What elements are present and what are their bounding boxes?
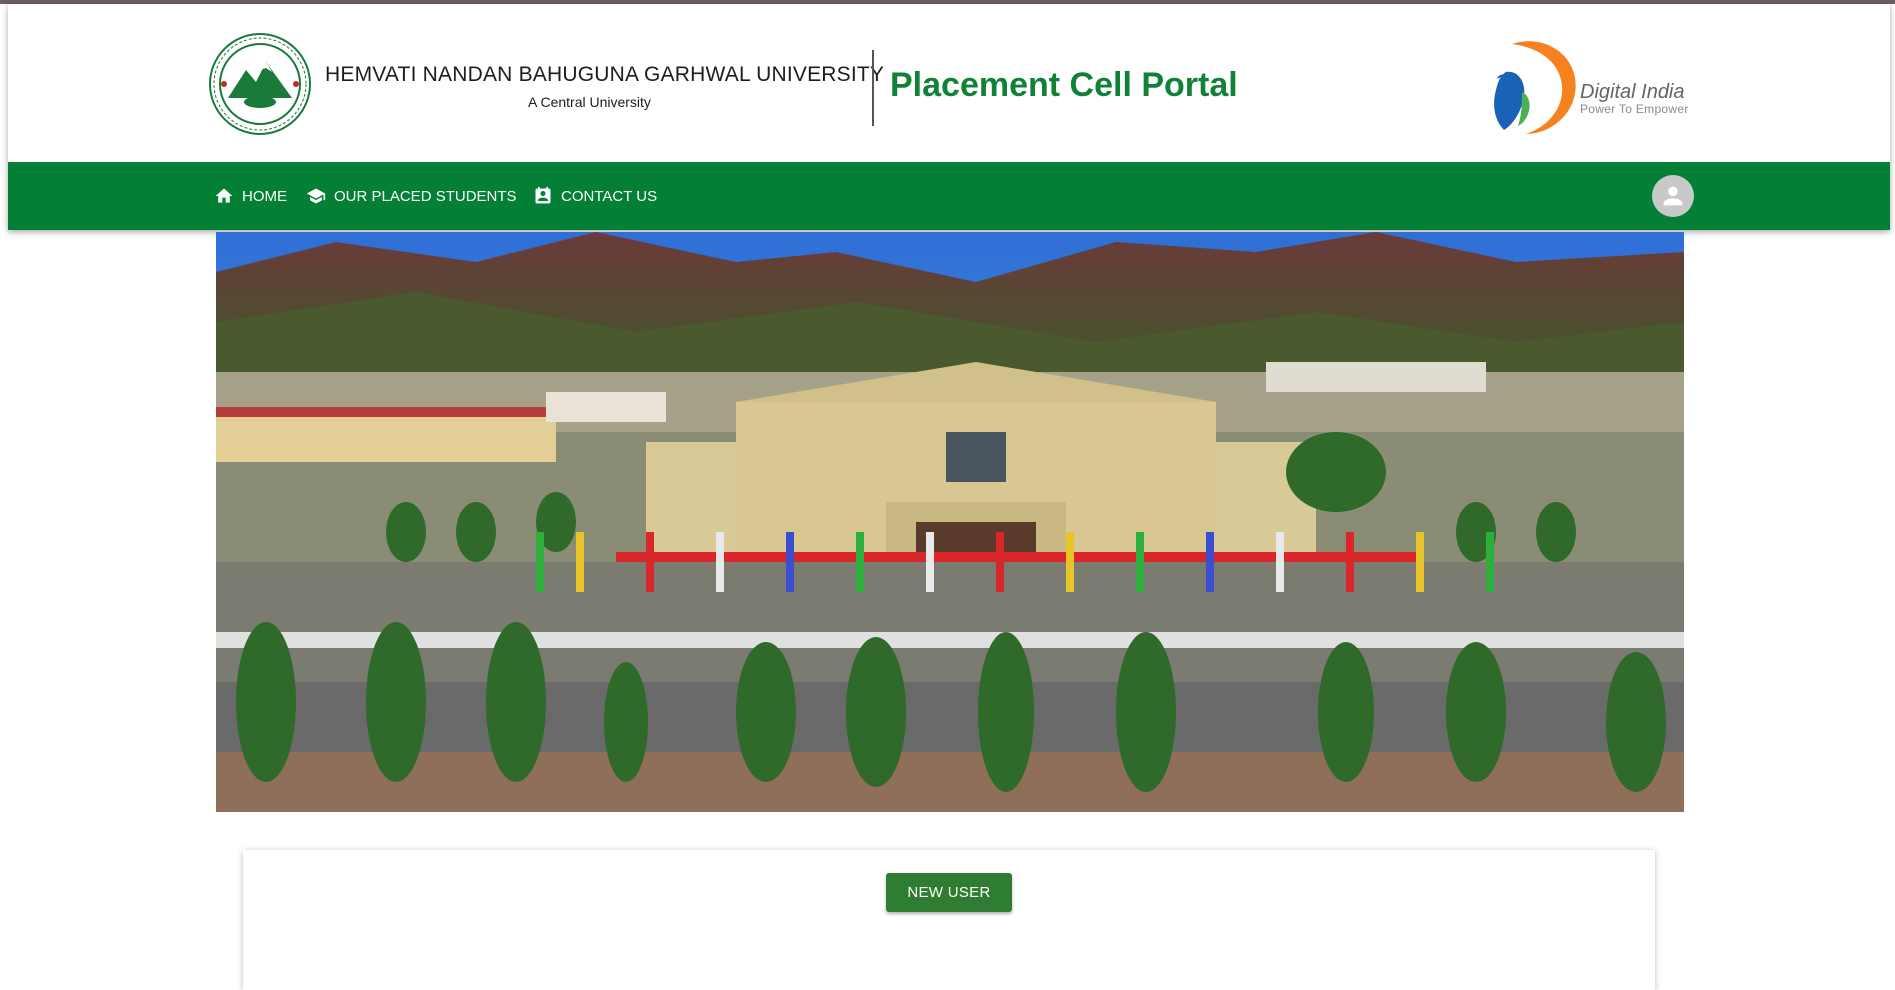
registration-card: NEW USER: [243, 850, 1655, 990]
main-nav: HOME OUR PLACED STUDENTS CONTACT US: [8, 162, 1890, 230]
digital-india-tagline: Power To Empower: [1580, 102, 1689, 116]
digital-india-title: Digital India: [1580, 81, 1685, 103]
header-divider: [872, 50, 874, 126]
user-account-button[interactable]: [1652, 175, 1694, 217]
nav-contact-us[interactable]: CONTACT US: [533, 184, 657, 208]
graduation-cap-icon: [306, 188, 326, 204]
contact-card-icon: [535, 186, 551, 204]
nav-home-label: HOME: [242, 187, 287, 205]
university-name: HEMVATI NANDAN BAHUGUNA GARHWAL UNIVERSI…: [325, 63, 885, 86]
portal-title: Placement Cell Portal: [890, 66, 1238, 104]
new-user-button[interactable]: NEW USER: [886, 873, 1012, 912]
university-subtitle: A Central University: [528, 94, 651, 110]
site-header: HEMVATI NANDAN BAHUGUNA GARHWAL UNIVERSI…: [8, 4, 1890, 162]
account-circle-icon: [1663, 186, 1683, 206]
nav-home[interactable]: HOME: [214, 184, 287, 208]
home-icon: [215, 188, 233, 203]
university-seal-icon: [208, 32, 312, 136]
nav-placed-students-label: OUR PLACED STUDENTS: [334, 187, 517, 205]
campus-hero-image: [216, 232, 1684, 812]
nav-contact-us-label: CONTACT US: [561, 187, 658, 205]
nav-placed-students[interactable]: OUR PLACED STUDENTS: [306, 184, 517, 208]
